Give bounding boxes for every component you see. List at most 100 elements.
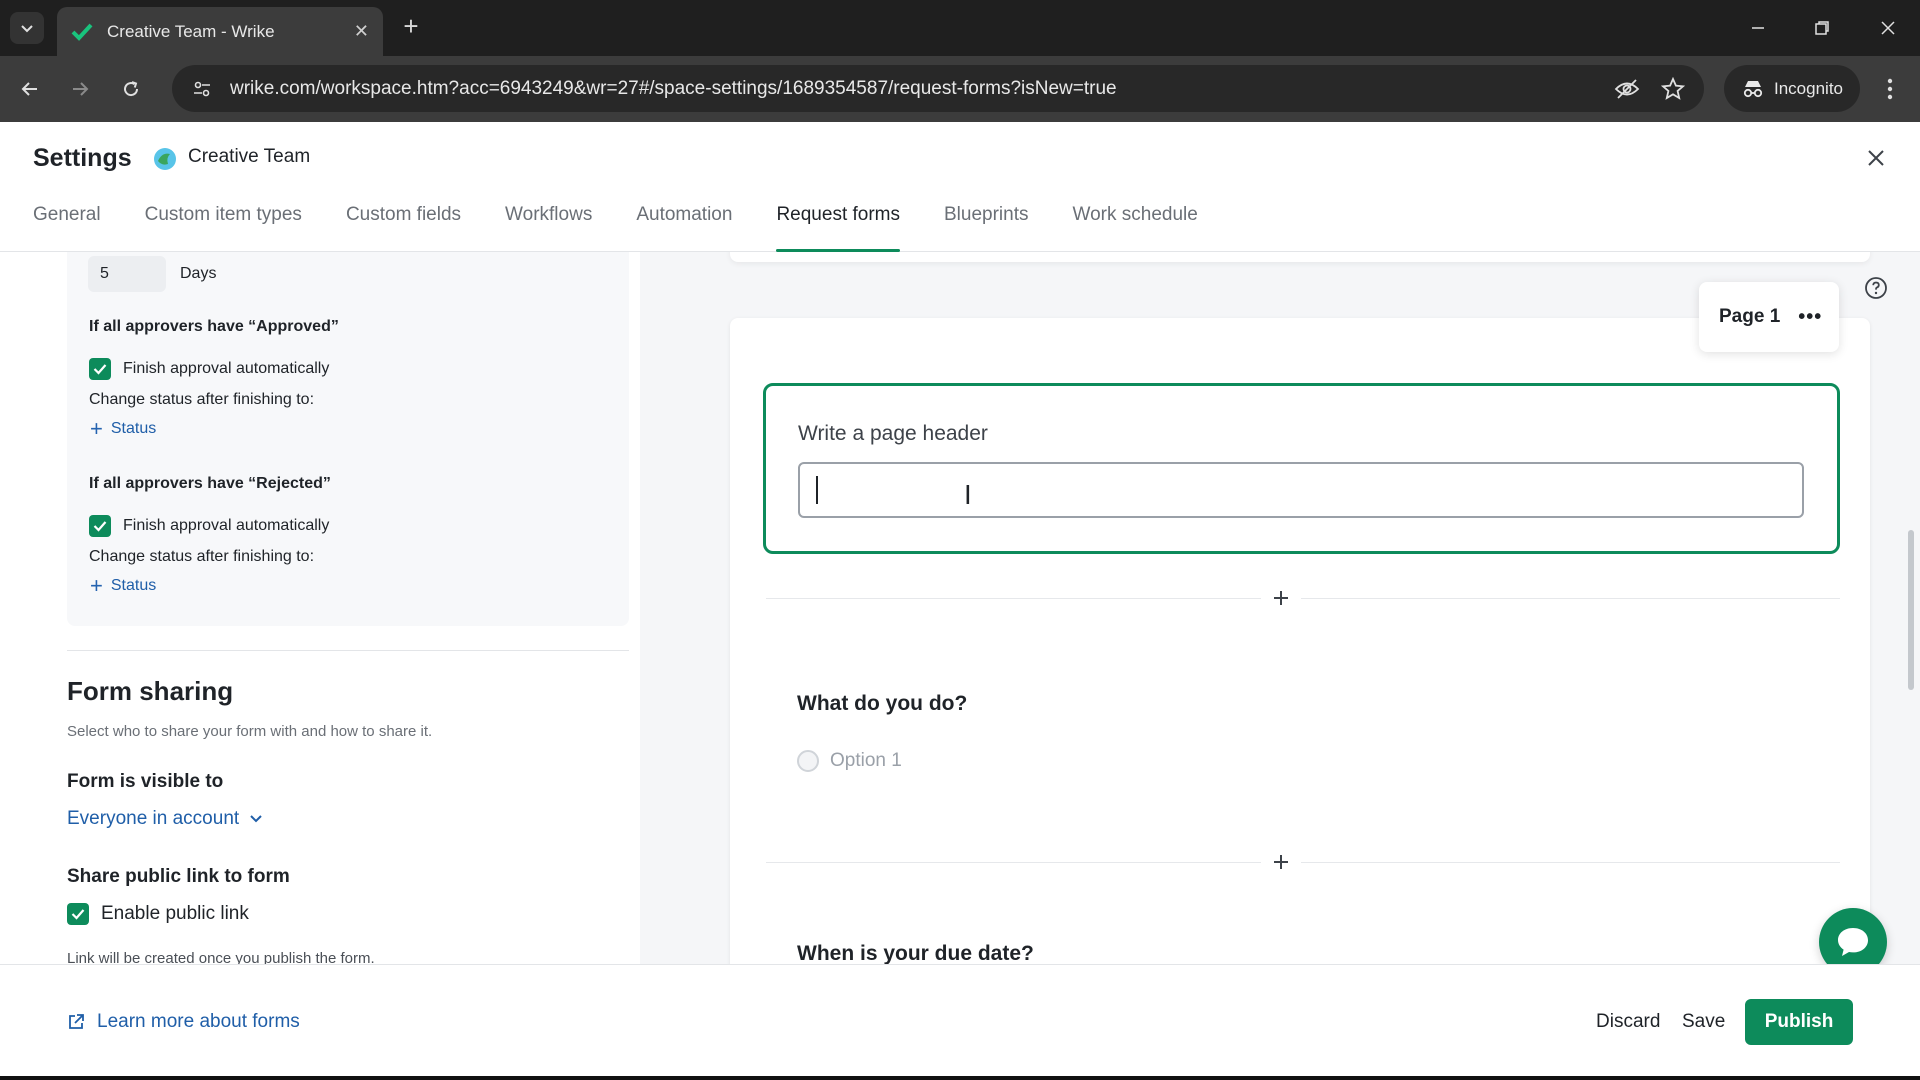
form-sharing-subtitle: Select who to share your form with and h… <box>67 723 433 740</box>
rejected-add-status-button[interactable]: + Status <box>90 573 157 598</box>
days-label: Days <box>180 265 217 282</box>
browser-toolbar: wrike.com/workspace.htm?acc=6943249&wr=2… <box>0 56 1920 122</box>
checkmark-icon <box>93 364 107 375</box>
new-tab-button[interactable]: + <box>398 13 424 40</box>
page-header-input[interactable]: I <box>798 462 1804 518</box>
add-field-divider <box>766 598 1840 599</box>
enable-public-link-label: Enable public link <box>101 903 249 924</box>
option-radio[interactable] <box>797 750 819 772</box>
incognito-icon <box>1743 80 1763 97</box>
add-field-divider <box>766 862 1840 863</box>
plus-icon <box>1274 591 1288 605</box>
space-name: Creative Team <box>188 146 311 167</box>
approved-change-label: Change status after finishing to: <box>89 391 315 408</box>
back-button[interactable] <box>16 75 44 103</box>
discard-button[interactable]: Discard <box>1596 1011 1660 1033</box>
window-close-button[interactable] <box>1874 14 1902 42</box>
checkmark-icon <box>71 909 85 920</box>
enable-public-link-checkbox[interactable] <box>67 903 89 925</box>
add-field-button[interactable] <box>1261 578 1301 618</box>
browser-tab-bar: Creative Team - Wrike ✕ + <box>0 0 1920 56</box>
tab-blueprints[interactable]: Blueprints <box>944 204 1029 252</box>
visibility-value: Everyone in account <box>67 808 240 829</box>
rejected-finish-label: Finish approval automatically <box>123 517 330 534</box>
page-header-prompt: Write a page header <box>798 422 988 445</box>
save-button[interactable]: Save <box>1682 1011 1725 1033</box>
rejected-heading: If all approvers have “Rejected” <box>89 475 331 492</box>
arrow-right-icon <box>73 82 89 96</box>
rejected-change-label: Change status after finishing to: <box>89 548 315 565</box>
close-settings-button[interactable] <box>1862 144 1890 172</box>
site-settings-icon <box>194 81 210 96</box>
close-icon <box>1881 21 1895 35</box>
page-label: Page 1 <box>1719 306 1781 327</box>
tab-search-button[interactable] <box>10 12 44 44</box>
approved-finish-label: Finish approval automatically <box>123 360 330 377</box>
approved-status-label: Status <box>110 420 157 437</box>
minimize-button[interactable] <box>1744 14 1772 42</box>
settings-header: Settings Creative Team General Custom it… <box>0 122 1920 252</box>
add-field-button[interactable] <box>1261 842 1301 882</box>
public-link-note: Link will be created once you publish th… <box>67 950 375 964</box>
help-icon[interactable] <box>1864 276 1888 300</box>
address-bar[interactable]: wrike.com/workspace.htm?acc=6943249&wr=2… <box>172 65 1704 112</box>
plus-icon: + <box>90 416 103 441</box>
bookmark-star-icon[interactable] <box>1658 74 1688 104</box>
browser-menu-button[interactable] <box>1878 75 1902 103</box>
tab-general[interactable]: General <box>33 204 101 252</box>
scrollbar-thumb[interactable] <box>1908 530 1914 690</box>
option-label[interactable]: Option 1 <box>830 750 902 772</box>
eye-off-icon[interactable] <box>1612 74 1642 104</box>
approved-finish-checkbox[interactable] <box>89 358 111 380</box>
taskbar-edge <box>0 1076 1920 1080</box>
browser-tab[interactable]: Creative Team - Wrike ✕ <box>57 7 383 56</box>
previous-section-card <box>730 252 1870 262</box>
chat-support-button[interactable] <box>1819 908 1887 964</box>
incognito-indicator[interactable]: Incognito <box>1724 65 1860 112</box>
restore-icon <box>1815 21 1829 35</box>
close-icon <box>1868 150 1884 166</box>
forward-button[interactable] <box>66 75 94 103</box>
days-input[interactable]: 5 <box>88 256 166 292</box>
rejected-status-label: Status <box>110 577 157 594</box>
chevron-down-icon <box>250 815 262 823</box>
text-caret <box>816 476 818 504</box>
approved-add-status-button[interactable]: + Status <box>90 416 157 441</box>
learn-more-link[interactable]: Learn more about forms <box>67 1011 300 1033</box>
tab-custom-item-types[interactable]: Custom item types <box>145 204 302 252</box>
rejected-finish-checkbox[interactable] <box>89 515 111 537</box>
page-selector[interactable]: Page 1 ••• <box>1699 282 1839 352</box>
space-avatar-icon <box>154 148 176 170</box>
tab-automation[interactable]: Automation <box>636 204 732 252</box>
visible-to-label: Form is visible to <box>67 771 224 792</box>
restore-button[interactable] <box>1808 14 1836 42</box>
more-horizontal-icon[interactable]: ••• <box>1798 306 1822 329</box>
learn-more-label: Learn more about forms <box>97 1011 300 1032</box>
tab-title: Creative Team - Wrike <box>107 21 275 41</box>
external-link-icon <box>69 1014 84 1029</box>
url-text: wrike.com/workspace.htm?acc=6943249&wr=2… <box>230 77 1117 99</box>
tab-custom-fields[interactable]: Custom fields <box>346 204 461 252</box>
divider <box>67 650 629 651</box>
visibility-dropdown[interactable]: Everyone in account <box>67 808 263 830</box>
question-title[interactable]: What do you do? <box>797 692 967 716</box>
question-title[interactable]: When is your due date? <box>797 942 1034 964</box>
reload-button[interactable] <box>117 75 145 103</box>
tab-work-schedule[interactable]: Work schedule <box>1073 204 1198 252</box>
publish-button[interactable]: Publish <box>1745 999 1853 1045</box>
more-vertical-icon <box>1887 78 1893 100</box>
settings-tabs: General Custom item types Custom fields … <box>33 204 1242 252</box>
chat-bubble-icon <box>1838 928 1868 956</box>
plus-icon <box>1274 855 1288 869</box>
reload-icon <box>124 81 139 97</box>
tab-request-forms[interactable]: Request forms <box>776 204 900 252</box>
plus-icon: + <box>90 573 103 598</box>
chevron-down-icon <box>21 25 33 33</box>
form-sharing-heading: Form sharing <box>67 676 234 706</box>
incognito-label: Incognito <box>1774 78 1843 98</box>
tab-close-icon[interactable]: ✕ <box>354 21 369 42</box>
minimize-icon <box>1752 27 1764 29</box>
arrow-left-icon <box>21 82 37 96</box>
page-title: Settings <box>33 144 132 172</box>
tab-workflows[interactable]: Workflows <box>505 204 592 252</box>
